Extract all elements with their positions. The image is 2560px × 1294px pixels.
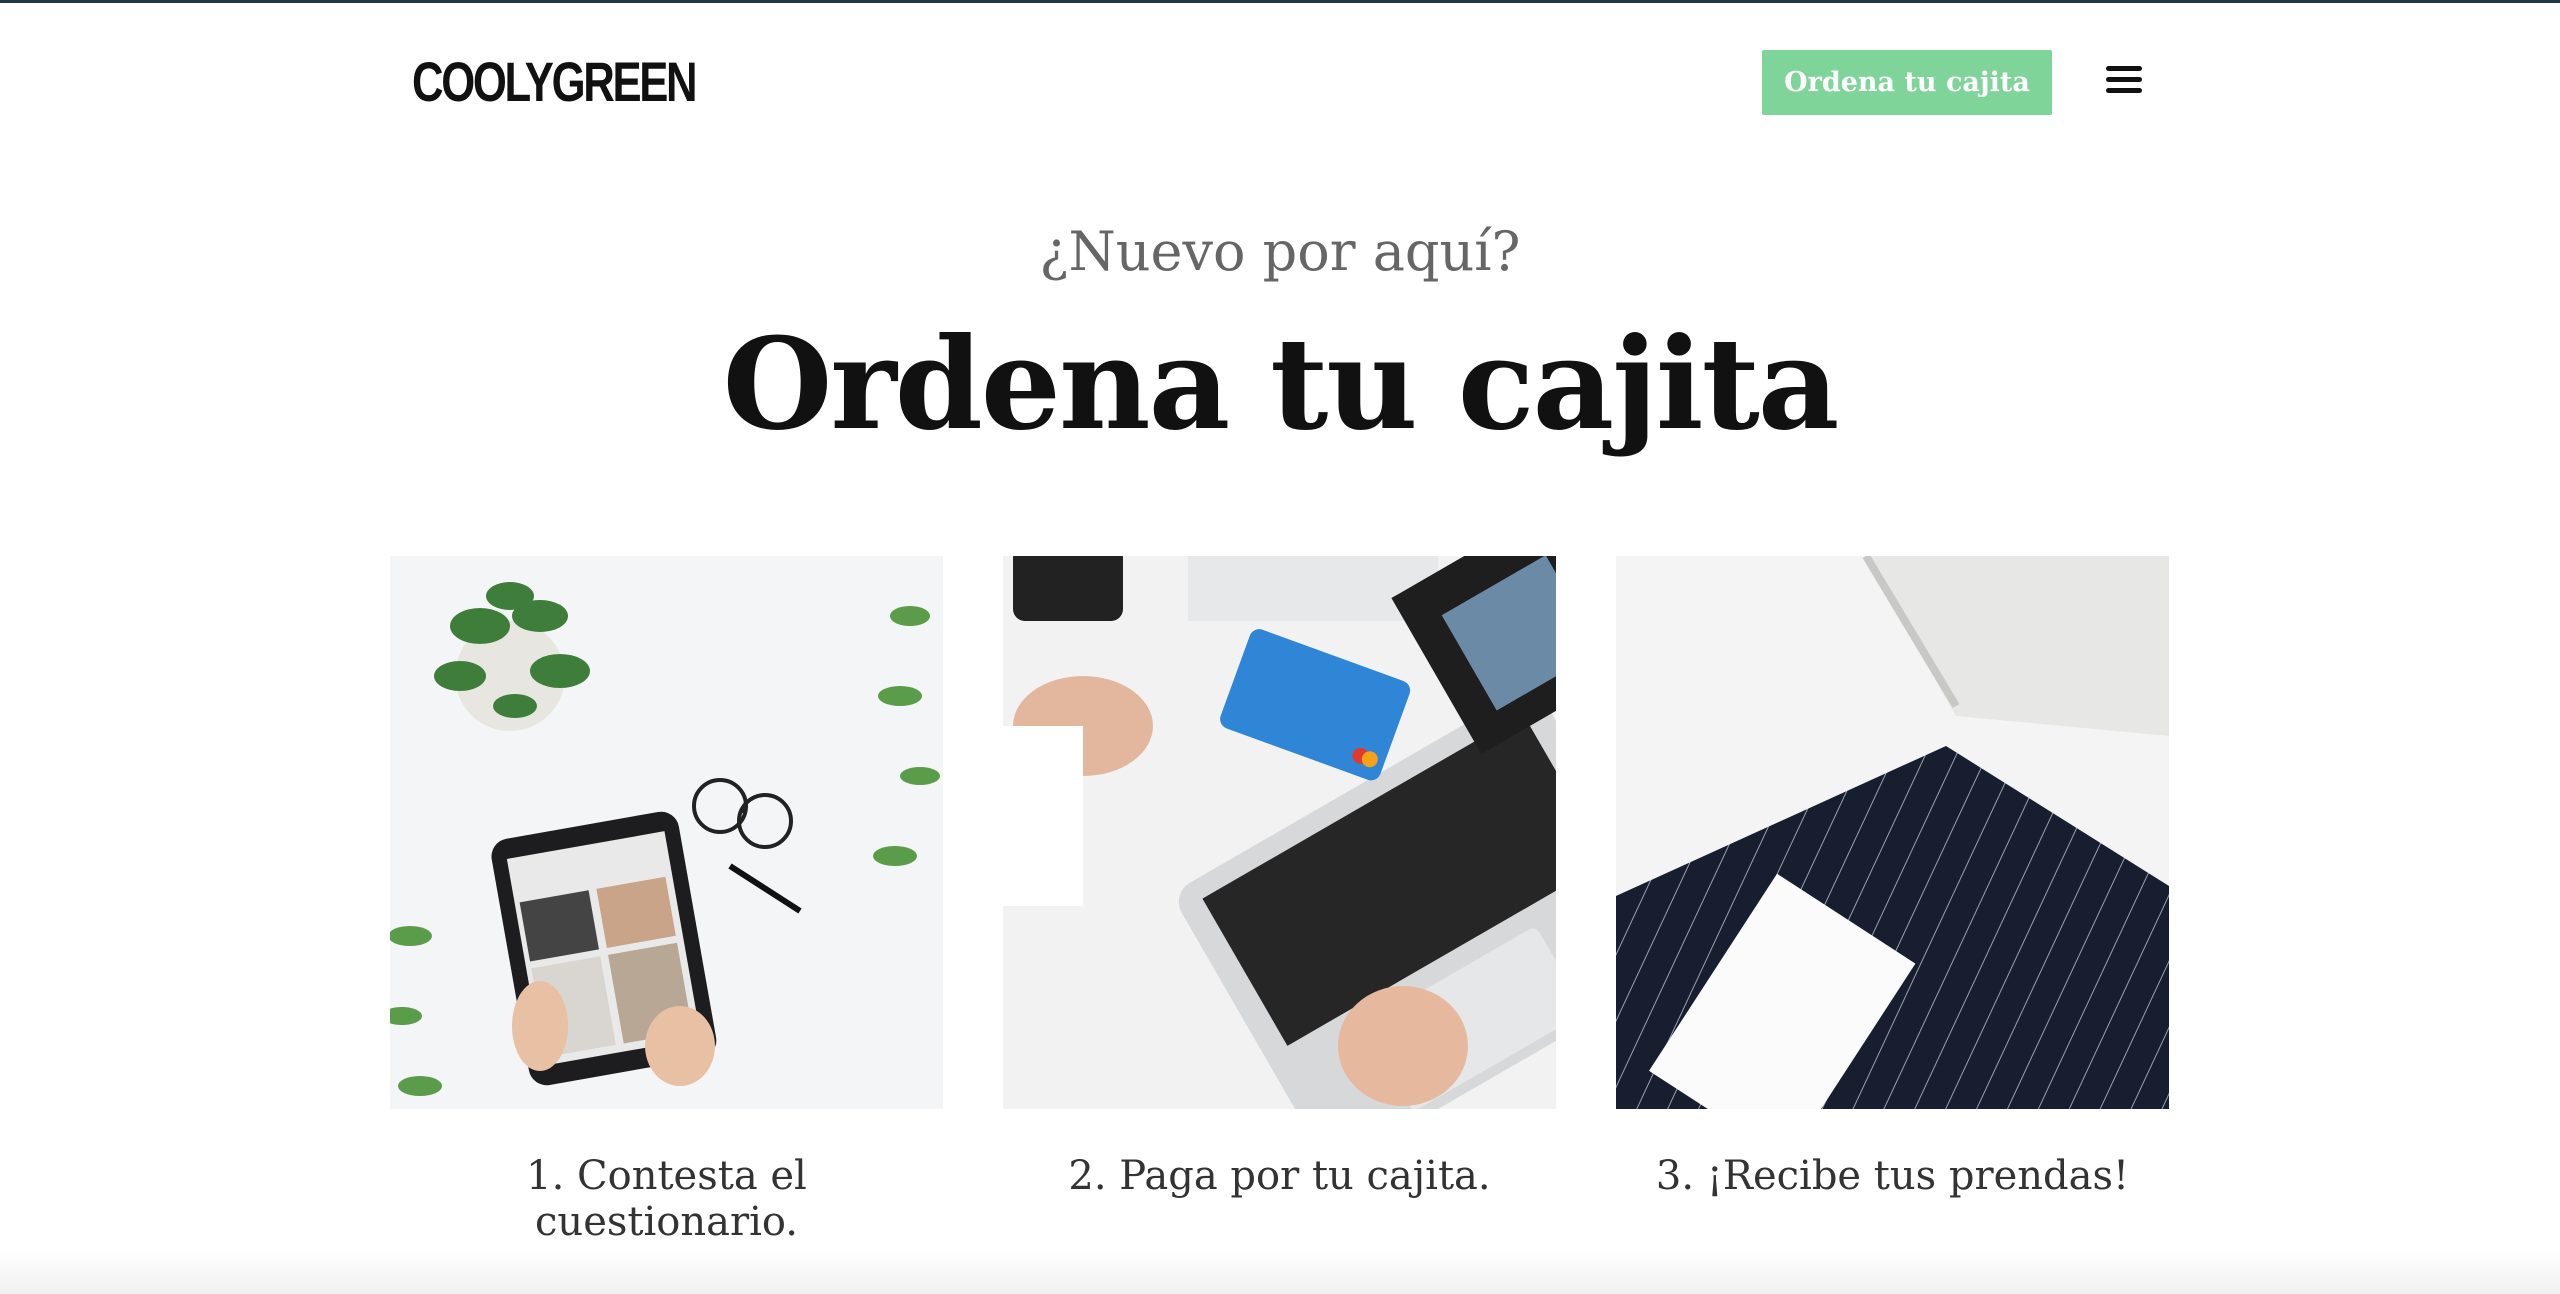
step-caption-2: 2. Paga por tu cajita. (1068, 1153, 1491, 1199)
step-card-2: 2. Paga por tu cajita. (1003, 556, 1556, 1199)
hamburger-menu-icon[interactable] (2106, 66, 2146, 98)
site-logo[interactable]: COOLYGREEN (412, 50, 698, 114)
tablet-with-plants-image (390, 556, 943, 1109)
step-caption-1: 1. Contesta el cuestionario. (526, 1153, 807, 1245)
step-card-3: 3. ¡Recibe tus prendas! (1616, 556, 2169, 1199)
step-card-1: 1. Contesta el cuestionario. (390, 556, 943, 1245)
hero-eyebrow: ¿Nuevo por aquí? (1039, 220, 1521, 283)
box-with-clothes-image (1616, 556, 2169, 1109)
site-header: COOLYGREEN Ordena tu cajita (0, 0, 2560, 165)
page-title: Ordena tu cajita (722, 310, 1840, 458)
bottom-fade (0, 1250, 2560, 1294)
order-box-button[interactable]: Ordena tu cajita (1762, 50, 2052, 115)
laptop-credit-card-image (1003, 556, 1556, 1109)
step-caption-3: 3. ¡Recibe tus prendas! (1655, 1153, 2130, 1199)
